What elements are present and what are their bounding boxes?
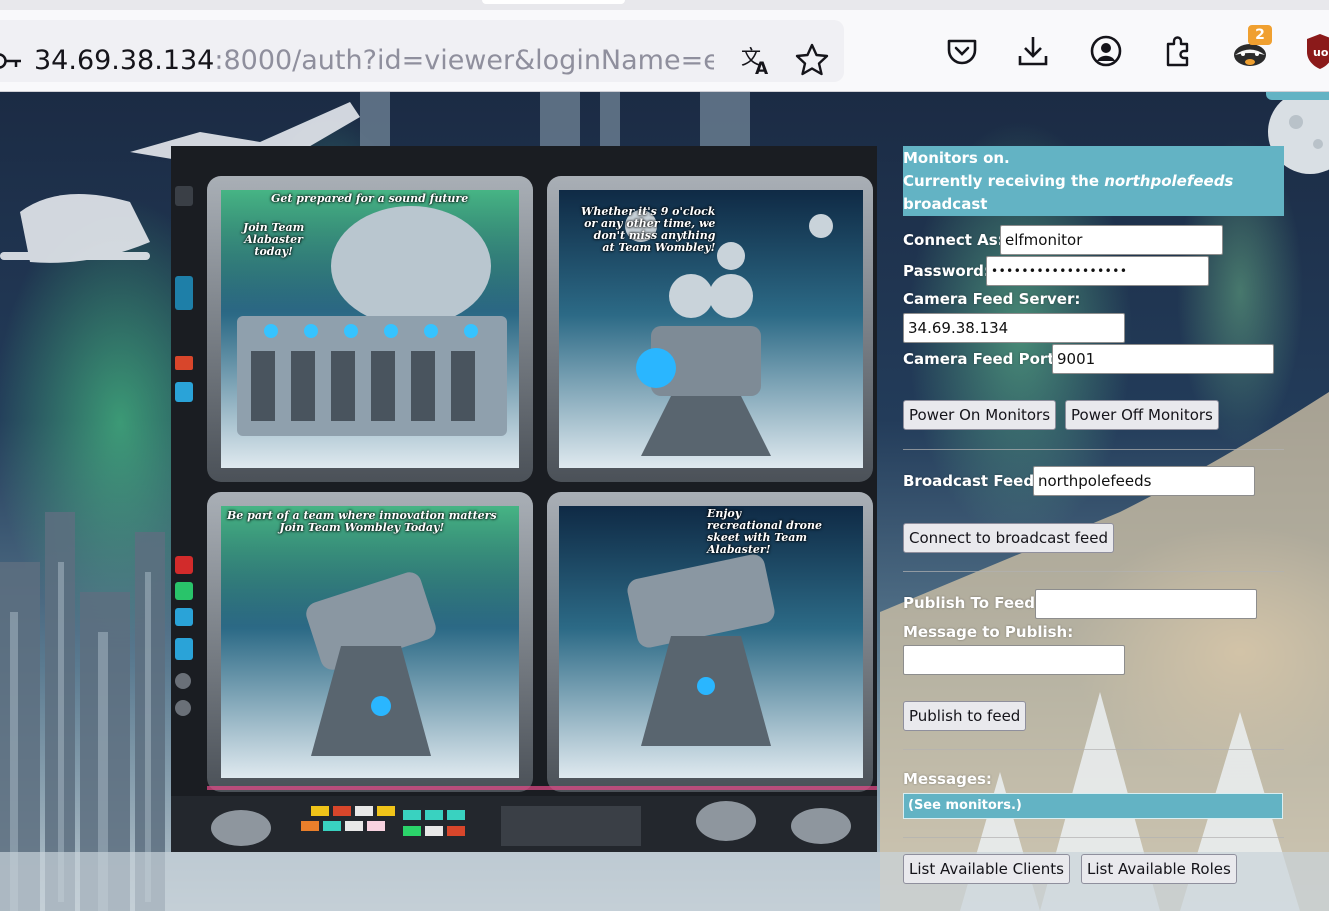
status-line-3: broadcast <box>903 195 988 213</box>
caption-screen1-top: Get prepared for a sound future <box>271 192 469 205</box>
key-icon[interactable] <box>0 48 22 74</box>
list-available-clients-button[interactable]: List Available Clients <box>903 854 1070 884</box>
status-line-2-prefix: Currently receiving the <box>903 172 1105 190</box>
message-to-publish-label: Message to Publish: <box>903 623 1074 641</box>
divider-4 <box>903 837 1284 838</box>
list-available-roles-button[interactable]: List Available Roles <box>1081 854 1237 884</box>
publish-to-feed-label: Publish To Feed: <box>903 594 1042 612</box>
caption-screen2: Whether it's 9 o'clock or any other time… <box>581 205 716 254</box>
bookmark-star-icon[interactable] <box>794 42 830 78</box>
url-host: 34.69.38.134 <box>34 45 215 76</box>
browser-toolbar: 34.69.38.134:8000/auth?id=viewer&loginNa… <box>0 10 1329 92</box>
status-line-2: Currently receiving the northpolefeeds <box>903 170 1284 193</box>
connect-broadcast-feed-button[interactable]: Connect to broadcast feed <box>903 523 1115 553</box>
ublock-icon[interactable]: uo <box>1305 32 1329 70</box>
connect-as-input[interactable]: elfmonitor <box>1000 225 1223 255</box>
caption-screen3: Be part of a team where innovation matte… <box>227 509 497 534</box>
active-tab[interactable] <box>482 0 625 4</box>
svg-text:uo: uo <box>1313 46 1329 59</box>
divider-1 <box>903 449 1284 450</box>
connect-as-label: Connect As: <box>903 231 1004 249</box>
password-label: Password: <box>903 262 990 280</box>
camera-server-input[interactable]: 34.69.38.134 <box>903 313 1125 343</box>
page-background: Get prepared for a sound future Join Tea… <box>0 92 1329 911</box>
pocket-icon[interactable] <box>944 33 980 69</box>
address-bar[interactable]: 34.69.38.134:8000/auth?id=viewer&loginNa… <box>0 20 844 82</box>
power-off-monitors-button[interactable]: Power Off Monitors <box>1065 400 1219 430</box>
messages-box: (See monitors.) <box>903 793 1283 819</box>
translate-icon[interactable]: 文 A <box>738 42 774 78</box>
messages-label: Messages: <box>903 770 992 788</box>
divider-3 <box>903 749 1284 750</box>
extension-badge: 2 <box>1248 25 1272 45</box>
camera-server-label: Camera Feed Server: <box>903 290 1081 308</box>
camera-port-input[interactable]: 9001 <box>1052 344 1274 374</box>
camera-port-label: Camera Feed Port: <box>903 350 1061 368</box>
caption-screen4: Enjoy recreational drone skeet with Team… <box>707 507 822 556</box>
divider-2 <box>903 571 1284 572</box>
power-on-monitors-button[interactable]: Power On Monitors <box>903 400 1057 430</box>
account-icon[interactable] <box>1088 33 1124 69</box>
publish-to-feed-input[interactable] <box>1035 589 1257 619</box>
monitor-wall-image: Get prepared for a sound future Join Tea… <box>171 146 877 852</box>
extensions-icon[interactable] <box>1161 33 1197 69</box>
monitor-status-box: Monitors on. Currently receiving the nor… <box>903 146 1284 216</box>
message-to-publish-input[interactable] <box>903 645 1125 675</box>
tab-strip <box>0 0 1329 10</box>
publish-to-feed-button[interactable]: Publish to feed <box>903 701 1027 731</box>
status-feed-name: northpolefeeds <box>1104 172 1234 190</box>
caption-screen1-side: Join Team Alabaster today! <box>243 221 305 258</box>
broadcast-feed-label: Broadcast Feed: <box>903 472 1041 490</box>
password-input[interactable]: •••••••••••••••••• <box>986 256 1209 286</box>
url-text[interactable]: 34.69.38.134:8000/auth?id=viewer&loginNa… <box>34 44 714 78</box>
url-path: :8000/auth?id=viewer&loginName=e <box>214 45 714 76</box>
svg-text:A: A <box>755 59 769 78</box>
broadcast-feed-input[interactable]: northpolefeeds <box>1033 466 1255 496</box>
download-icon[interactable] <box>1015 33 1051 69</box>
top-accent-bar <box>1266 92 1329 100</box>
status-line-1: Monitors on. <box>903 149 1010 167</box>
